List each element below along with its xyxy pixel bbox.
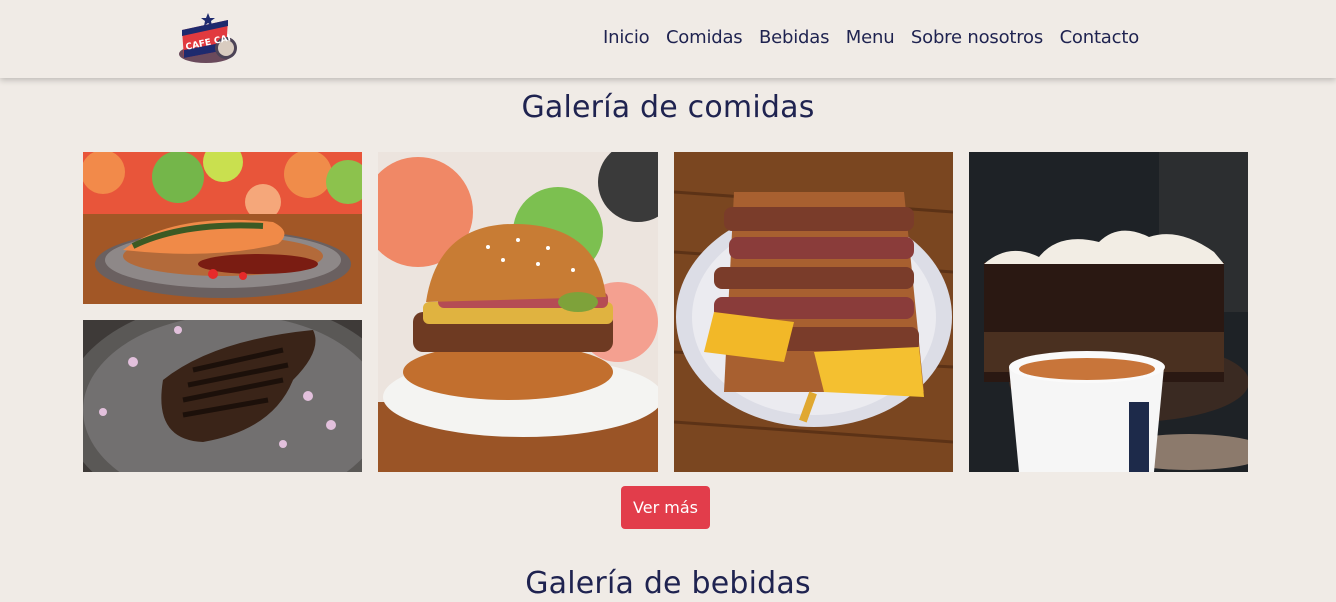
ver-mas-button[interactable]: Ver más [621, 486, 710, 529]
nav-bebidas[interactable]: Bebidas [759, 27, 829, 48]
cafe-logo-icon[interactable]: CAFE CAI [176, 10, 240, 68]
food-image-cake[interactable] [969, 152, 1248, 472]
main-nav: Inicio Comidas Bebidas Menu Sobre nosotr… [603, 27, 1156, 48]
navbar: CAFE CAI Inicio Comidas Bebidas Menu Sob… [0, 0, 1336, 78]
nav-contacto[interactable]: Contacto [1060, 27, 1140, 48]
drinks-gallery-title: Galería de bebidas [525, 566, 811, 601]
food-image-sandwich[interactable] [674, 152, 953, 472]
nav-menu[interactable]: Menu [846, 27, 895, 48]
nav-inicio[interactable]: Inicio [603, 27, 650, 48]
food-image-steak[interactable] [83, 320, 362, 472]
food-image-salmon[interactable] [83, 152, 362, 304]
nav-sobre-nosotros[interactable]: Sobre nosotros [911, 27, 1043, 48]
food-gallery-title: Galería de comidas [521, 90, 815, 125]
food-image-burger[interactable] [378, 152, 658, 472]
nav-comidas[interactable]: Comidas [666, 27, 743, 48]
